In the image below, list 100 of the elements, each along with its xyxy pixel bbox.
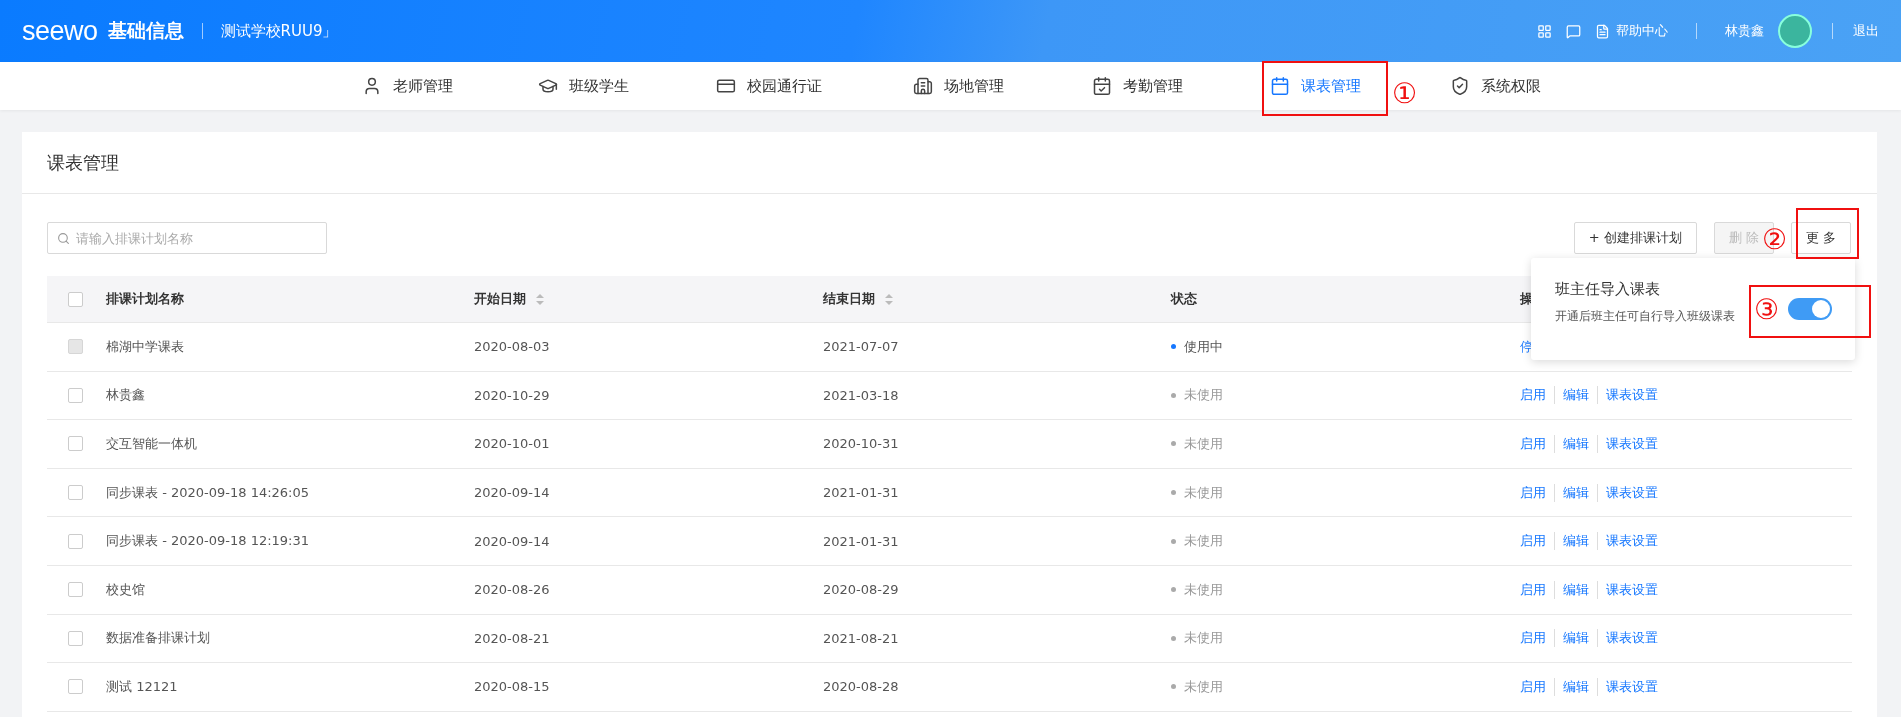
sort-icon[interactable] [536, 293, 544, 305]
table-cell-text: 测试 12121 [106, 677, 179, 696]
calendar-check-icon [1092, 76, 1112, 96]
table-cell-text: 同步课表 - 2020-09-18 14:26:05 [106, 483, 311, 502]
action-link[interactable]: 编辑 [1554, 629, 1597, 648]
card-icon [716, 76, 736, 96]
table-cell-text: 2021-08-21 [823, 630, 900, 646]
table-cell-text: 2021-01-31 [823, 533, 900, 549]
table-cell-text: 同步课表 - 2020-09-18 12:19:31 [106, 532, 311, 551]
nav-tab[interactable]: 场地管理 [913, 76, 1004, 96]
table-cell-text: 2020-08-21 [474, 630, 551, 646]
action-link[interactable]: 编辑 [1554, 677, 1597, 696]
status-text: 未使用 [1184, 580, 1223, 599]
checkbox[interactable] [68, 387, 83, 403]
table-cell-text: 2021-07-07 [823, 339, 900, 355]
table-cell-text: 2021-01-31 [823, 485, 900, 501]
toggle-switch[interactable] [1788, 298, 1832, 320]
document-icon [1595, 23, 1610, 39]
column-label: 状态 [1171, 290, 1197, 308]
search-field[interactable]: 请输入排课计划名称 [47, 222, 327, 254]
table-cell-text: 2020-08-29 [823, 582, 900, 598]
action-link[interactable]: 编辑 [1554, 386, 1597, 405]
column-label: 排课计划名称 [106, 290, 184, 308]
checkbox[interactable] [68, 582, 83, 598]
action-link[interactable]: 编辑 [1554, 580, 1597, 599]
action-link[interactable]: 编辑 [1554, 483, 1597, 502]
action-link[interactable]: 启用 [1520, 580, 1554, 599]
status-text: 未使用 [1184, 386, 1223, 405]
action-link[interactable]: 启用 [1520, 677, 1554, 696]
table-cell-text: 2020-08-03 [474, 339, 551, 355]
grid-icon[interactable] [1537, 23, 1552, 39]
chat-icon[interactable] [1566, 23, 1581, 39]
toolbar-button[interactable]: 更 多 [1790, 222, 1851, 254]
table-cell-text: 2020-08-28 [823, 679, 900, 695]
action-link[interactable]: 启用 [1520, 532, 1554, 551]
table-cell-text: 2020-10-29 [474, 387, 551, 403]
nav-tab[interactable]: 课表管理 [1270, 76, 1361, 96]
nav-tab[interactable]: 系统权限 [1450, 76, 1541, 96]
action-link[interactable]: 启用 [1520, 435, 1554, 453]
checkbox[interactable] [68, 630, 83, 646]
sort-icon[interactable] [885, 293, 893, 305]
checkbox[interactable] [68, 485, 83, 501]
action-link[interactable]: 课表设置 [1597, 532, 1666, 551]
action-link[interactable]: 课表设置 [1597, 386, 1666, 405]
popup-title: 班主任导入课表 [1555, 280, 1661, 299]
table-cell-text: 2020-09-14 [474, 485, 551, 501]
step-number: ① [1392, 80, 1418, 108]
action-link[interactable]: 编辑 [1554, 532, 1597, 551]
table-cell-text: 2020-08-26 [474, 582, 551, 598]
action-link[interactable]: 启用 [1520, 483, 1554, 502]
highlight-frame [1796, 208, 1859, 259]
nav-tab[interactable]: 考勤管理 [1092, 76, 1183, 96]
checkbox[interactable] [68, 679, 83, 695]
action-link[interactable]: 课表设置 [1597, 483, 1666, 502]
status-text: 未使用 [1184, 532, 1223, 551]
action-link[interactable]: 编辑 [1554, 435, 1597, 453]
status-text: 未使用 [1184, 435, 1223, 453]
checkbox[interactable] [68, 291, 83, 307]
table-cell-text: 数据准备排课计划 [106, 629, 211, 648]
building-icon [913, 76, 933, 96]
status-text: 未使用 [1184, 629, 1223, 648]
avatar[interactable] [1778, 14, 1812, 48]
action-link[interactable]: 课表设置 [1597, 435, 1666, 453]
checkbox[interactable] [68, 533, 83, 549]
nav-tab[interactable]: 班级学生 [538, 76, 629, 96]
table-cell-text: 2020-08-15 [474, 679, 551, 695]
person-icon [362, 76, 382, 96]
status-text: 使用中 [1184, 337, 1223, 356]
status-text: 未使用 [1184, 677, 1223, 696]
table-cell-text: 林贵鑫 [106, 386, 146, 405]
table-cell-text: 2020-10-31 [823, 436, 900, 452]
user-name[interactable]: 林贵鑫 [1725, 22, 1764, 40]
action-link[interactable]: 启用 [1520, 386, 1554, 405]
table-cell-text: 2021-03-18 [823, 387, 900, 403]
toolbar-button[interactable]: + 创建排课计划 [1573, 222, 1697, 254]
logo: seewo [22, 15, 98, 47]
column-label: 开始日期 [474, 290, 526, 308]
shield-icon [1450, 76, 1470, 96]
nav-tab[interactable]: 老师管理 [362, 76, 453, 96]
checkbox[interactable] [68, 436, 83, 452]
help-link[interactable]: 帮助中心 [1616, 22, 1668, 40]
table-cell-text: 2020-09-14 [474, 533, 551, 549]
graduation-cap-icon [538, 76, 558, 96]
action-link[interactable]: 课表设置 [1597, 580, 1666, 599]
school-name: 测试学校RUU9」 [220, 21, 338, 41]
nav-tab[interactable]: 校园通行证 [716, 76, 822, 96]
app-name: 基础信息 [107, 18, 184, 43]
status-text: 未使用 [1184, 483, 1223, 502]
table-cell-text: 棉湖中学课表 [106, 337, 185, 356]
table-cell-text: 交互智能一体机 [106, 435, 198, 453]
table-cell-text: 2020-10-01 [474, 436, 551, 452]
card-title: 课表管理 [22, 132, 1877, 194]
action-link[interactable]: 启用 [1520, 629, 1554, 648]
column-label: 结束日期 [823, 290, 875, 308]
table-cell-text: 校史馆 [106, 580, 146, 599]
logout-link[interactable]: 退出 [1853, 22, 1879, 40]
action-link[interactable]: 课表设置 [1597, 629, 1666, 648]
step-number: ③ [1754, 296, 1780, 324]
calendar-icon [1270, 76, 1290, 96]
action-link[interactable]: 课表设置 [1597, 677, 1666, 696]
